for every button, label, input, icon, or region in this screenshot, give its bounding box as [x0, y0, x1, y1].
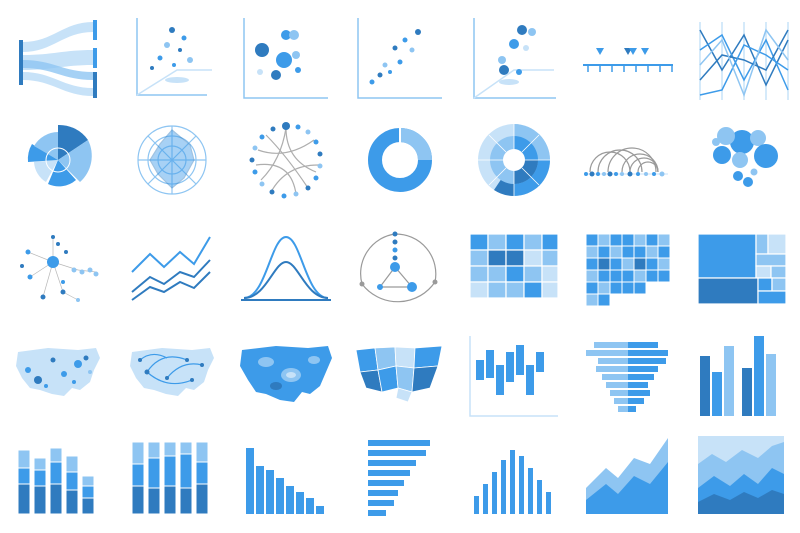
donut-chart-icon: [350, 110, 450, 210]
scatter-3d-chart-icon: [122, 10, 222, 110]
arc-diagram-icon: [578, 110, 678, 210]
dot-map-icon: [8, 330, 108, 430]
sankey-chart-icon: [8, 10, 108, 110]
column-chart-icon: [692, 330, 792, 430]
candlestick-chart-icon: [464, 330, 564, 430]
network-graph-icon: [8, 222, 108, 322]
histogram-icon: [236, 428, 336, 528]
heatmap-icon: [464, 222, 564, 322]
flow-map-icon: [122, 330, 222, 430]
area-chart-icon: [578, 428, 678, 528]
packed-circles-icon: [692, 110, 792, 210]
chart-icon-gallery: [0, 0, 800, 533]
calendar-heatmap-icon: [578, 222, 678, 322]
bubble-3d-chart-icon: [464, 10, 564, 110]
timeline-chart-icon: [578, 10, 678, 110]
horizontal-bar-chart-icon: [350, 428, 450, 528]
stacked-area-chart-icon: [692, 428, 792, 528]
line-chart-icon: [122, 222, 222, 322]
polar-area-chart-icon: [8, 110, 108, 210]
chord-diagram-icon: [236, 110, 336, 210]
scatter-chart-icon: [350, 10, 450, 110]
stacked-column-chart-icon: [8, 428, 108, 528]
choropleth-map-icon: [350, 330, 450, 430]
radar-chart-icon: [122, 110, 222, 210]
hierarchy-graph-icon: [350, 222, 450, 322]
treemap-icon: [692, 222, 792, 322]
bell-histogram-icon: [464, 428, 564, 528]
sunburst-chart-icon: [464, 110, 564, 210]
stacked-percent-chart-icon: [122, 428, 222, 528]
distribution-curve-icon: [236, 222, 336, 322]
parallel-coordinates-chart-icon: [692, 10, 792, 110]
contour-map-icon: [236, 330, 336, 430]
population-pyramid-icon: [578, 330, 678, 430]
bubble-chart-icon: [236, 10, 336, 110]
